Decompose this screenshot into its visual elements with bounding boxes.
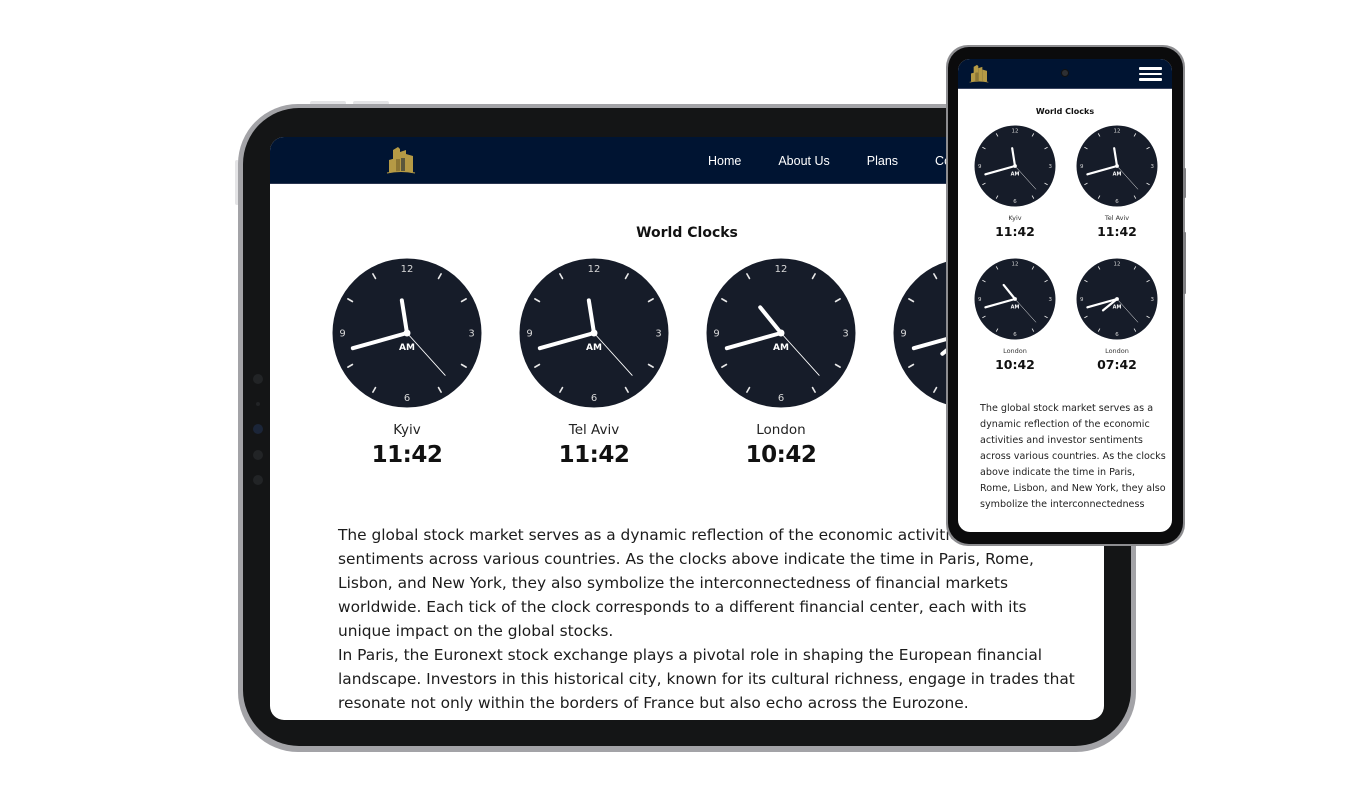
clock-number: 6 (591, 393, 597, 404)
clock-number: 9 (1080, 297, 1084, 303)
clock-period: AM (1113, 171, 1122, 177)
clock-card: 12 3 6 9 AM London 07:42 (1072, 258, 1162, 372)
clock-center (590, 329, 598, 337)
building-logo-icon[interactable] (969, 64, 989, 83)
clock-number: 3 (655, 329, 661, 340)
front-camera (1061, 69, 1069, 77)
clock-city: London (1003, 347, 1027, 355)
clock-number: 6 (404, 393, 410, 404)
clock-center (777, 329, 785, 337)
clock-card: 12 3 6 9 AM Tel Aviv 11:42 (1072, 125, 1162, 239)
nav-about-us[interactable]: About Us (778, 154, 829, 168)
clock-city: London (1105, 347, 1129, 355)
clock-number: 12 (588, 264, 601, 275)
clock-number: 9 (978, 297, 982, 303)
clock-number: 9 (526, 329, 532, 340)
clock-center (1115, 297, 1119, 301)
clock-period: AM (1113, 304, 1122, 310)
clock-number: 6 (1115, 199, 1119, 205)
clock-city: Kyiv (1008, 214, 1022, 222)
clock-number: 6 (1115, 332, 1119, 338)
clock-time: 11:42 (371, 442, 443, 468)
analog-clock: 12 3 6 9 AM (519, 258, 669, 408)
analog-clock: 12 3 6 9 AM (974, 125, 1056, 207)
clock-number: 12 (1012, 262, 1019, 268)
clock-number: 6 (778, 393, 784, 404)
clock-city: Tel Aviv (568, 422, 620, 438)
clock-number: 12 (1114, 129, 1121, 135)
clock-card: 12 3 6 9 AM London 10:42 (706, 258, 856, 468)
clock-city: Kyiv (393, 422, 421, 438)
clock-period: AM (586, 343, 602, 353)
phone-side-button (1183, 168, 1186, 198)
clock-period: AM (773, 343, 789, 353)
clock-card: 12 3 6 9 AM Kyiv 11:42 (332, 258, 482, 468)
analog-clock: 12 3 6 9 AM (706, 258, 856, 408)
tablet-sensor (256, 402, 260, 406)
clock-center (1013, 164, 1017, 168)
clock-center (1013, 297, 1017, 301)
article-text: The global stock market serves as a dyna… (980, 403, 1166, 510)
clock-number: 12 (775, 264, 788, 275)
clock-period: AM (1011, 171, 1020, 177)
clock-number: 9 (713, 329, 719, 340)
clock-number: 3 (1049, 297, 1053, 303)
phone-screen: World Clocks 12 3 6 9 AM Kyiv 11:42 12 3 6 9 AM … (958, 59, 1172, 532)
article-text: The global stock market serves as a dyna… (338, 523, 1078, 715)
clock-number: 3 (1049, 164, 1053, 170)
clock-number: 6 (1013, 199, 1017, 205)
clock-number: 9 (1080, 164, 1084, 170)
clock-number: 12 (1114, 262, 1121, 268)
clock-center (403, 329, 411, 337)
nav-home[interactable]: Home (708, 154, 741, 168)
clock-time: 10:42 (995, 357, 1035, 372)
clock-number: 9 (339, 329, 345, 340)
nav-plans[interactable]: Plans (867, 154, 898, 168)
clock-number: 12 (1012, 129, 1019, 135)
article-paragraph: In Paris, the Euronext stock exchange pl… (338, 646, 1075, 712)
clock-number: 9 (978, 164, 982, 170)
clock-center (1115, 164, 1119, 168)
clock-number: 9 (900, 329, 906, 340)
tablet-speaker (253, 374, 263, 384)
analog-clock: 12 3 6 9 AM (1076, 258, 1158, 340)
clock-number: 3 (1151, 164, 1155, 170)
building-logo-icon[interactable] (386, 146, 416, 174)
analog-clock: 12 3 6 9 AM (1076, 125, 1158, 207)
phone-side-button (1183, 232, 1186, 294)
tablet-speaker (253, 450, 263, 460)
clock-number: 3 (468, 329, 474, 340)
clock-number: 3 (1151, 297, 1155, 303)
tablet-speaker (253, 475, 263, 485)
clock-city: Tel Aviv (1104, 214, 1130, 222)
analog-clock: 12 3 6 9 AM (974, 258, 1056, 340)
clock-city: London (756, 422, 806, 438)
clock-card: 12 3 6 9 AM Tel Aviv 11:42 (519, 258, 669, 468)
tablet-camera (253, 424, 263, 434)
clock-time: 10:42 (745, 442, 817, 468)
page-title: World Clocks (1035, 107, 1095, 116)
analog-clock: 12 3 6 9 AM (332, 258, 482, 408)
clock-card: 12 3 6 9 AM Kyiv 11:42 (970, 125, 1060, 239)
clock-number: 6 (1013, 332, 1017, 338)
phone-navbar (958, 59, 1172, 89)
clock-time: 11:42 (558, 442, 630, 468)
clock-period: AM (399, 343, 415, 353)
clock-time: 11:42 (1097, 224, 1137, 239)
clock-time: 11:42 (995, 224, 1035, 239)
clock-number: 3 (842, 329, 848, 340)
clock-number: 12 (401, 264, 414, 275)
clock-time: 07:42 (1097, 357, 1137, 372)
hamburger-menu-icon[interactable] (1139, 67, 1162, 81)
clock-period: AM (1011, 304, 1020, 310)
clock-card: 12 3 6 9 AM London 10:42 (970, 258, 1060, 372)
